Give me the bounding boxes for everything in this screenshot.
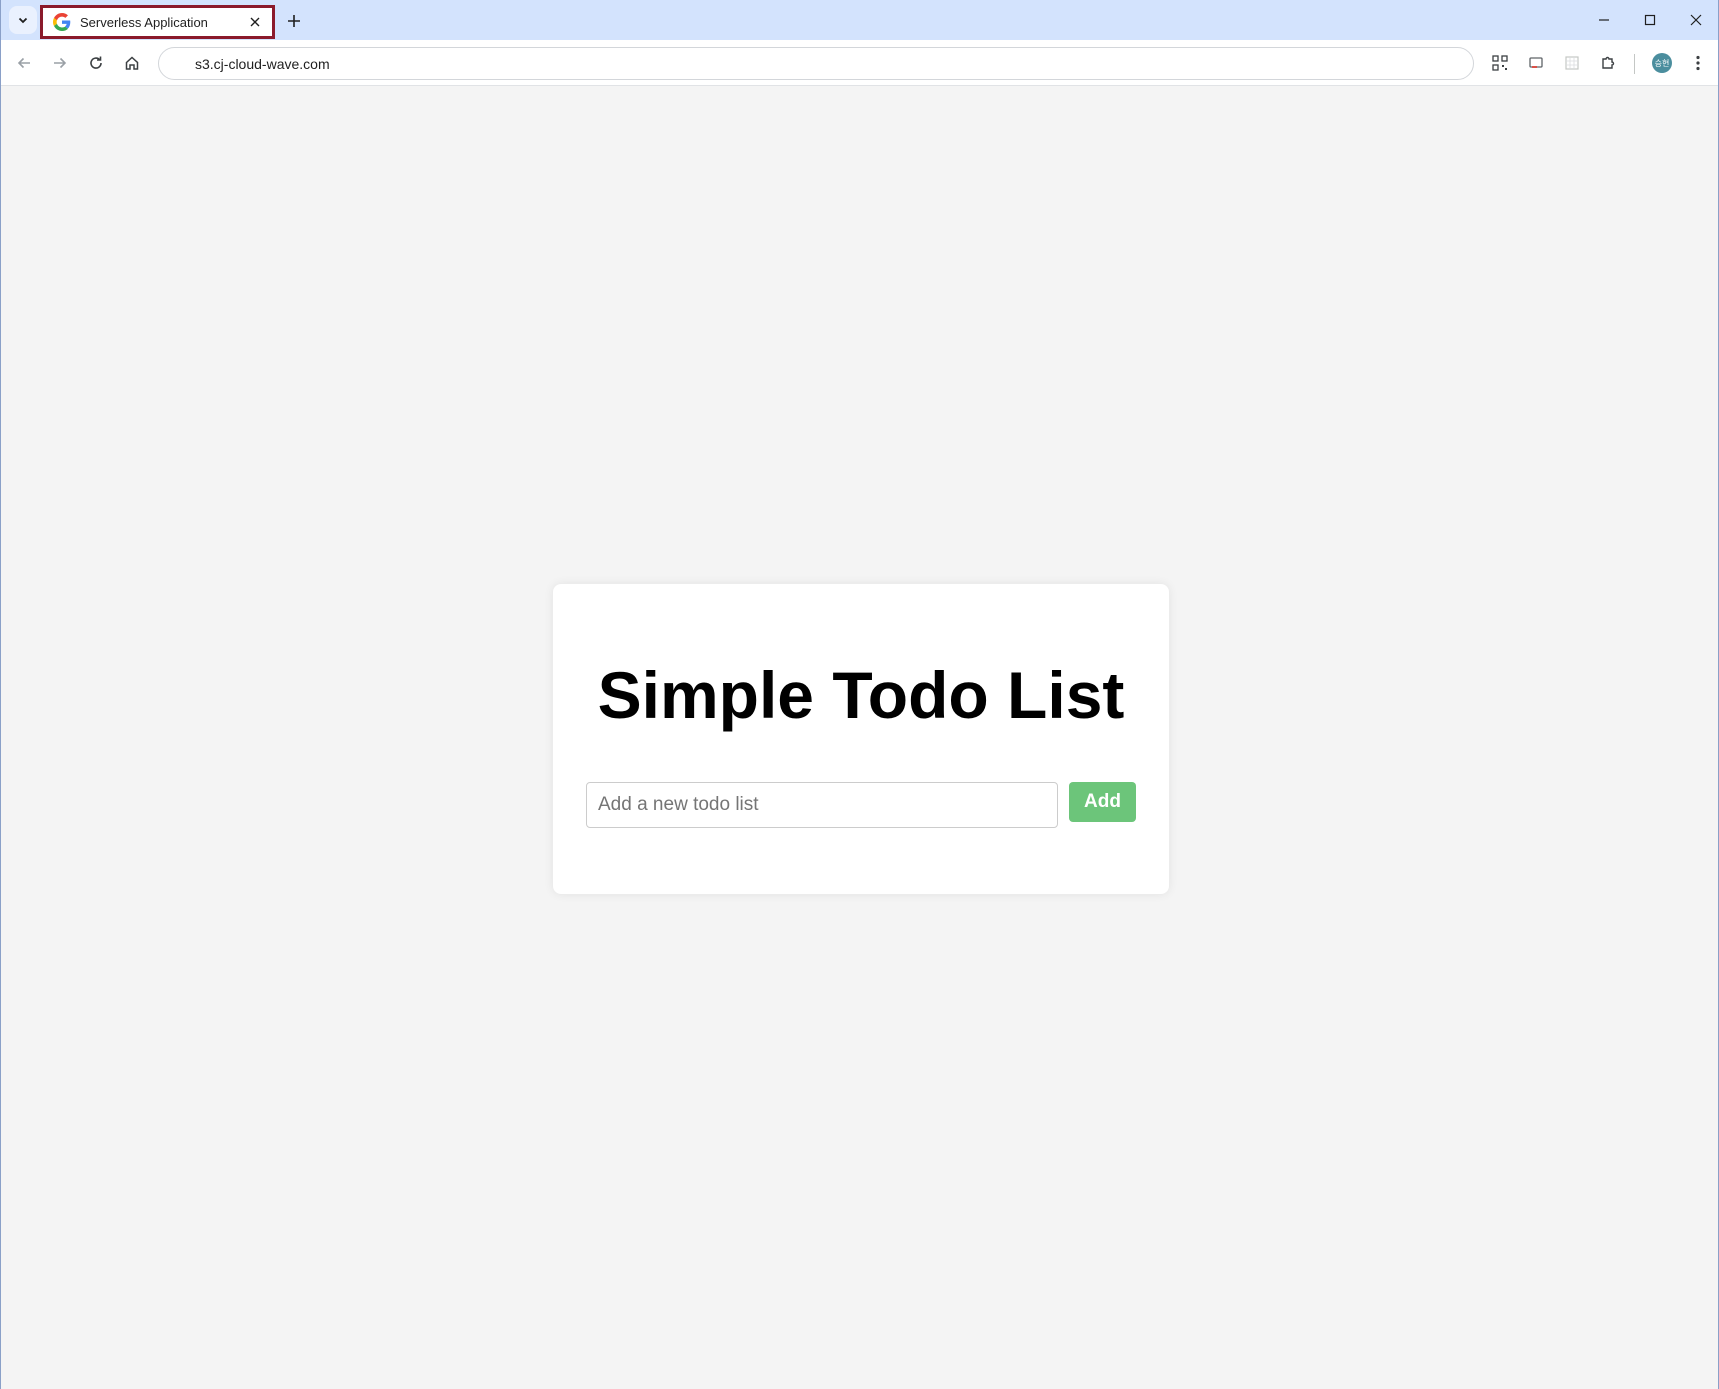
minimize-button[interactable] <box>1581 0 1627 40</box>
tab-close-button[interactable] <box>244 11 266 33</box>
window-close-button[interactable] <box>1673 0 1719 40</box>
close-icon <box>250 17 260 27</box>
extension-button-1[interactable] <box>1522 49 1550 77</box>
puzzle-icon <box>1602 56 1615 69</box>
tab-search-button[interactable] <box>9 6 37 34</box>
tab-title: Serverless Application <box>80 14 208 30</box>
avatar: 승현 <box>1652 53 1672 73</box>
chevron-down-icon <box>18 17 28 24</box>
maximize-icon <box>1644 14 1656 26</box>
kebab-menu-icon <box>1696 55 1700 71</box>
tab-serverless-application[interactable]: Serverless Application <box>40 5 275 39</box>
arrow-right-icon <box>54 57 67 69</box>
maximize-button[interactable] <box>1627 0 1673 40</box>
toolbar-divider <box>1634 54 1635 74</box>
tab-strip: Serverless Application <box>1 0 1718 40</box>
minimize-icon <box>1599 19 1609 21</box>
qr-code-button[interactable] <box>1486 49 1514 77</box>
todo-card: Simple Todo List Add <box>553 584 1169 894</box>
cast-icon <box>1529 57 1543 68</box>
extensions-button[interactable] <box>1594 49 1622 77</box>
home-button[interactable] <box>118 49 146 77</box>
profile-button[interactable]: 승현 <box>1648 49 1676 77</box>
page-viewport: Simple Todo List Add <box>1 87 1718 1389</box>
grid-icon <box>1565 56 1579 70</box>
plus-icon <box>288 15 300 27</box>
home-icon <box>125 56 139 70</box>
browser-menu-button[interactable] <box>1684 49 1712 77</box>
new-tab-button[interactable] <box>281 8 307 34</box>
address-bar[interactable]: s3.cj-cloud-wave.com <box>158 47 1474 80</box>
forward-button[interactable] <box>46 49 74 77</box>
browser-window: Serverless Application s3.cj-cloud-wave.… <box>0 0 1719 1389</box>
address-bar-url: s3.cj-cloud-wave.com <box>195 55 330 72</box>
close-icon <box>1690 14 1702 26</box>
browser-toolbar: s3.cj-cloud-wave.com 승현 <box>1 40 1718 86</box>
extension-button-2[interactable] <box>1558 49 1586 77</box>
add-button[interactable]: Add <box>1069 782 1136 822</box>
reload-button[interactable] <box>82 49 110 77</box>
qr-code-icon <box>1492 55 1508 71</box>
todo-input[interactable] <box>586 782 1058 828</box>
arrow-left-icon <box>17 57 30 69</box>
reload-icon <box>90 56 102 69</box>
google-g-icon <box>53 13 71 31</box>
back-button[interactable] <box>10 49 38 77</box>
page-title: Simple Todo List <box>597 658 1125 732</box>
